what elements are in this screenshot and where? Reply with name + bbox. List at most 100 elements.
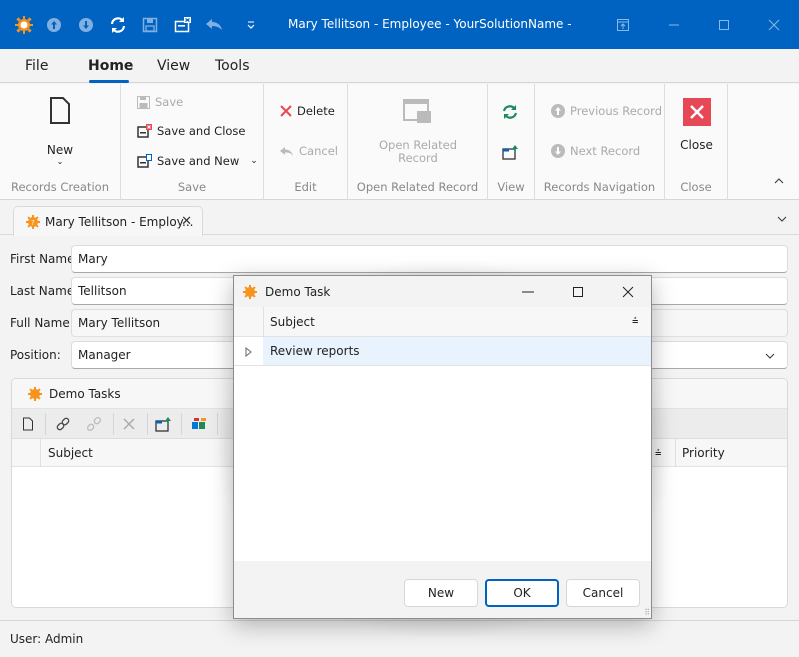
refresh-button[interactable] <box>502 104 518 123</box>
arrow-down-circle-icon <box>551 144 565 158</box>
document-tab[interactable]: ? Mary Tellitson - Employ... ✕ <box>13 206 203 236</box>
save-button[interactable]: Save <box>137 95 183 109</box>
arrow-up-circle-icon <box>551 104 565 118</box>
active-tab-indicator <box>89 80 129 83</box>
window-title: Mary Tellitson - Employee - YourSolution… <box>288 17 572 31</box>
close-tab-icon[interactable]: ✕ <box>181 214 192 229</box>
status-bar: User: Admin <box>0 620 799 657</box>
gear-icon: ? <box>26 214 40 229</box>
ribbon-tabs: File Home View Tools <box>0 49 799 83</box>
cancel-button[interactable]: Cancel <box>566 579 640 607</box>
save-and-new-button[interactable]: Save and New ⌄ <box>137 154 258 168</box>
group-save: Save Save and Close Save and New ⌄ Save <box>121 84 264 200</box>
full-name-label: Full Name: <box>10 316 74 330</box>
restore-ribbon-icon[interactable] <box>612 14 634 36</box>
save-and-new-label: Save and New <box>157 154 240 168</box>
delete-button[interactable]: Delete <box>280 104 335 118</box>
refresh-icon[interactable] <box>108 15 128 35</box>
ok-button[interactable]: OK <box>485 579 559 607</box>
maximize-icon[interactable] <box>713 14 735 36</box>
group-label: Save <box>177 180 207 194</box>
delete-icon[interactable] <box>119 414 139 434</box>
open-related-record-label: Open Related Record <box>378 138 458 165</box>
close-button[interactable]: Close <box>665 98 728 152</box>
tab-file[interactable]: File <box>25 58 48 74</box>
ribbon: New ⌄ Records Creation Save Save and Clo… <box>0 84 799 200</box>
demo-task-dialog: Demo Task Subject ⩮ Review reports New O… <box>233 275 652 619</box>
open-related-record-icon <box>403 99 431 123</box>
chevron-down-icon[interactable]: ⌄ <box>250 156 258 166</box>
undo-icon[interactable] <box>204 15 224 35</box>
save-and-close-icon <box>137 124 152 138</box>
save-label: Save <box>155 95 184 109</box>
first-name-label: First Name: <box>10 252 79 266</box>
show-in-popup-button[interactable] <box>502 144 520 163</box>
close-label: Close <box>680 138 713 152</box>
cancel-button[interactable]: Cancel <box>280 144 338 158</box>
new-button[interactable]: New <box>404 579 478 607</box>
dialog-grid-header: Subject ⩮ <box>234 307 651 337</box>
close-icon[interactable] <box>763 14 785 36</box>
resize-grip-icon[interactable]: ⠿ <box>644 608 650 617</box>
column-chooser-icon[interactable] <box>189 414 209 434</box>
show-in-popup-icon[interactable] <box>154 414 174 434</box>
save-and-close-button[interactable]: Save and Close <box>137 124 246 138</box>
row-expand-icon[interactable] <box>245 346 252 360</box>
cancel-label: Cancel <box>299 144 338 158</box>
save-icon[interactable] <box>140 15 160 35</box>
first-name-field[interactable]: Mary <box>71 245 788 273</box>
position-value: Manager <box>78 348 131 362</box>
tab-list-dropdown-icon[interactable] <box>777 212 787 226</box>
close-icon[interactable] <box>617 282 639 302</box>
document-tab-label: Mary Tellitson - Employ... <box>45 214 194 229</box>
column-header-priority[interactable]: Priority <box>682 446 725 460</box>
close-icon <box>682 98 711 126</box>
group-view: View <box>488 84 535 200</box>
collapse-ribbon-icon[interactable] <box>774 174 784 188</box>
open-related-record-button[interactable]: Open Related Record <box>368 98 468 165</box>
save-and-close-label: Save and Close <box>157 124 246 138</box>
group-label: Records Navigation <box>543 180 656 194</box>
dialog-title-bar: Demo Task <box>234 276 651 307</box>
previous-record-label: Previous Record <box>570 104 662 118</box>
show-in-popup-icon <box>502 145 518 160</box>
column-header-subject[interactable]: Subject <box>48 446 93 460</box>
current-user: User: Admin <box>10 632 84 646</box>
previous-record-icon[interactable] <box>44 15 64 35</box>
group-label: View <box>497 180 525 194</box>
minimize-icon[interactable] <box>663 14 685 36</box>
maximize-icon[interactable] <box>567 282 589 302</box>
sort-icon[interactable]: ⩮ <box>655 446 661 460</box>
toolbar-separator <box>217 413 218 435</box>
position-label: Position: <box>10 348 61 362</box>
previous-record-button[interactable]: Previous Record <box>551 104 662 118</box>
tab-home[interactable]: Home <box>88 58 133 74</box>
last-name-label: Last Name: <box>10 284 79 298</box>
unlink-icon[interactable] <box>84 414 104 434</box>
new-task-icon[interactable] <box>18 414 38 434</box>
group-label: Edit <box>294 180 317 194</box>
app-logo-icon <box>14 15 34 35</box>
column-header-subject[interactable]: Subject <box>270 315 315 329</box>
next-record-icon[interactable] <box>76 15 96 35</box>
new-button[interactable]: New ⌄ <box>35 96 85 166</box>
link-icon[interactable] <box>53 414 73 434</box>
document-tabs: ? Mary Tellitson - Employ... ✕ <box>0 201 799 236</box>
next-record-button[interactable]: Next Record <box>551 144 640 158</box>
save-and-close-icon[interactable] <box>173 15 193 35</box>
chevron-down-icon: ⌄ <box>56 157 64 166</box>
new-document-icon <box>50 97 70 124</box>
sort-icon[interactable]: ⩮ <box>632 314 638 328</box>
tab-view[interactable]: View <box>157 58 190 74</box>
customize-quick-access-icon[interactable] <box>241 15 261 35</box>
dialog-title: Demo Task <box>265 285 331 299</box>
group-label: Records Creation <box>10 180 110 194</box>
minimize-icon[interactable] <box>517 282 539 302</box>
gear-icon <box>243 285 257 299</box>
title-bar: Mary Tellitson - Employee - YourSolution… <box>0 0 799 49</box>
gear-icon <box>28 386 42 401</box>
table-row[interactable]: Review reports <box>234 337 651 366</box>
tab-tools[interactable]: Tools <box>215 58 250 74</box>
toolbar-separator <box>147 413 148 435</box>
new-label: New <box>46 143 74 157</box>
